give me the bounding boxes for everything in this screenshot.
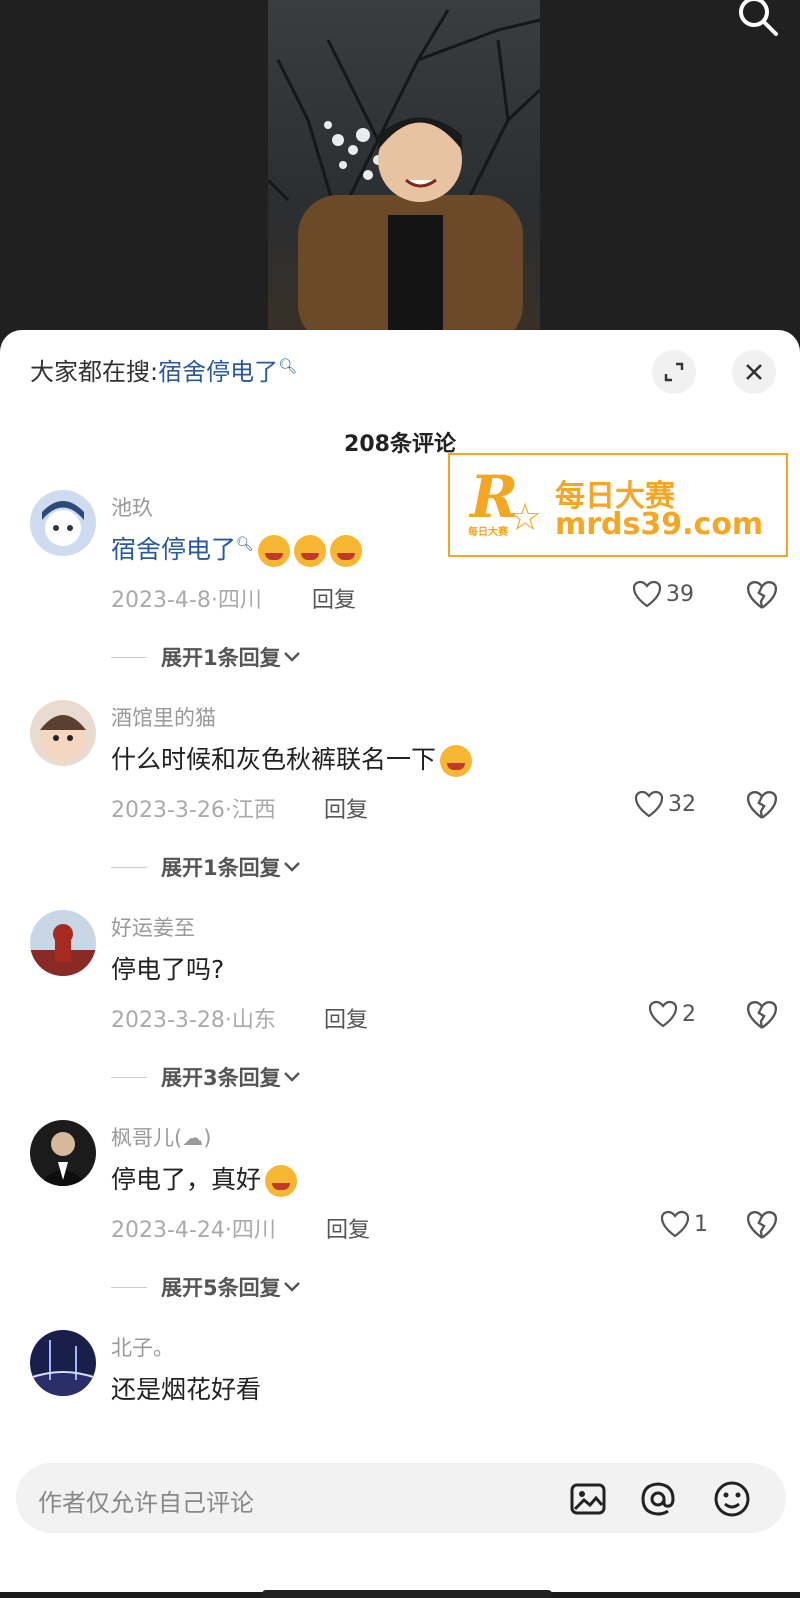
input-placeholder: 作者仅允许自己评论 [38, 1489, 254, 1517]
comment-text: 什么时候和灰色秋裤联名一下 [111, 740, 473, 777]
hot-search-label: 大家都在搜: [30, 358, 159, 386]
divider [111, 1286, 147, 1288]
divider [111, 656, 147, 658]
close-icon [746, 364, 762, 380]
dislike-button[interactable] [746, 580, 778, 610]
like-button[interactable]: 32 [634, 790, 696, 818]
expand-label: 展开1条回复 [161, 646, 281, 670]
like-button[interactable]: 1 [660, 1210, 708, 1238]
mention-icon[interactable] [638, 1479, 678, 1519]
comment-keyword[interactable]: 宿舍停电了 [111, 535, 236, 564]
comment-sheet: 大家都在搜:宿舍停电了🔍︎ 208条评论 R ☆ 每日大赛 每日大赛 mrds3… [0, 330, 800, 1592]
heart-icon [660, 1210, 690, 1238]
broken-heart-icon [746, 1211, 778, 1239]
username[interactable]: 好运姜至 [111, 912, 195, 942]
comment-text: 停电了吗? [111, 950, 224, 986]
avatar[interactable] [30, 490, 96, 556]
username[interactable]: 枫哥儿(☁) [111, 1122, 211, 1152]
comment-item: 池玖 宿舍停电了🔍︎ 2023-4-8·四川 回复 39 展开1条回复 [0, 490, 800, 700]
reply-button[interactable]: 回复 [326, 1212, 370, 1244]
hot-search[interactable]: 大家都在搜:宿舍停电了🔍︎ [30, 352, 297, 387]
emoji-icon [293, 535, 326, 567]
video-area[interactable] [0, 0, 800, 345]
emoji-icon [329, 535, 362, 567]
emoji-icon [257, 535, 290, 567]
avatar[interactable] [30, 700, 96, 766]
expand-icon [664, 362, 684, 382]
comment-item: 好运姜至 停电了吗? 2023-3-28·山东 回复 2 展开3条回复 [0, 910, 800, 1120]
comment-meta: 2023-3-26·江西 [111, 798, 276, 823]
comment-text: 宿舍停电了🔍︎ [111, 530, 362, 567]
heart-icon [632, 580, 662, 608]
search-mini-icon: 🔍︎ [236, 536, 254, 553]
expand-replies[interactable]: 展开1条回复 [111, 852, 303, 882]
close-button[interactable] [732, 350, 776, 394]
broken-heart-icon [746, 581, 778, 609]
reply-button[interactable]: 回复 [324, 1002, 368, 1034]
comment-item: 枫哥儿(☁) 停电了，真好 2023-4-24·四川 回复 1 展开5条回复 [0, 1120, 800, 1330]
broken-heart-icon [746, 791, 778, 819]
search-icon[interactable] [736, 0, 780, 38]
avatar[interactable] [30, 1120, 96, 1186]
username[interactable]: 北子。 [111, 1332, 174, 1362]
comment-meta: 2023-4-24·四川 [111, 1218, 276, 1243]
reply-button[interactable]: 回复 [324, 792, 368, 824]
expand-replies[interactable]: 展开3条回复 [111, 1062, 303, 1092]
comment-text: 还是烟花好看 [111, 1370, 261, 1406]
expand-label: 展开1条回复 [161, 856, 281, 880]
expand-replies[interactable]: 展开5条回复 [111, 1272, 303, 1302]
emoji-icon [265, 1165, 298, 1197]
chevron-down-icon [283, 862, 300, 872]
comment-input[interactable]: 作者仅允许自己评论 [16, 1463, 786, 1533]
video-frame [268, 0, 540, 345]
search-mini-icon: 🔍︎ [278, 357, 298, 375]
chevron-down-icon [283, 1282, 300, 1292]
emoji-icon [440, 745, 473, 777]
hot-search-keyword[interactable]: 宿舍停电了 [158, 358, 278, 386]
dislike-button[interactable] [746, 790, 778, 820]
dislike-button[interactable] [746, 1210, 778, 1240]
chevron-down-icon [283, 652, 300, 662]
comment-item: 酒馆里的猫 什么时候和灰色秋裤联名一下 2023-3-26·江西 回复 32 展… [0, 700, 800, 910]
dislike-button[interactable] [746, 1000, 778, 1030]
home-indicator [262, 1590, 552, 1598]
divider [111, 866, 147, 868]
like-button[interactable]: 2 [648, 1000, 696, 1028]
like-button[interactable]: 39 [632, 580, 694, 608]
comment-body: 停电了，真好 [111, 1165, 262, 1194]
comment-meta: 2023-3-28·山东 [111, 1008, 276, 1033]
like-count: 1 [694, 1211, 708, 1237]
avatar[interactable] [30, 1330, 96, 1396]
reply-button[interactable]: 回复 [312, 582, 356, 614]
comment-item: 北子。 还是烟花好看 [0, 1330, 800, 1430]
comment-body: 还是烟花好看 [111, 1375, 262, 1404]
chevron-down-icon [283, 1072, 300, 1082]
comment-input-area: 作者仅允许自己评论 [0, 1445, 800, 1598]
expand-replies[interactable]: 展开1条回复 [111, 642, 303, 672]
comment-text: 停电了，真好 [111, 1160, 298, 1197]
comment-body: 什么时候和灰色秋裤联名一下 [111, 745, 437, 774]
comment-meta: 2023-4-8·四川 [111, 588, 262, 613]
heart-icon [648, 1000, 678, 1028]
emoji-picker-icon[interactable] [712, 1479, 752, 1519]
like-count: 39 [666, 581, 694, 607]
like-count: 32 [668, 791, 696, 817]
avatar[interactable] [30, 910, 96, 976]
expand-label: 展开3条回复 [161, 1066, 281, 1090]
username[interactable]: 酒馆里的猫 [111, 702, 216, 732]
username[interactable]: 池玖 [111, 492, 153, 522]
heart-icon [634, 790, 664, 818]
broken-heart-icon [746, 1001, 778, 1029]
like-count: 2 [682, 1001, 696, 1027]
comment-body: 停电了吗? [111, 955, 225, 984]
divider [111, 1076, 147, 1078]
image-icon[interactable] [568, 1479, 608, 1519]
expand-label: 展开5条回复 [161, 1276, 281, 1300]
expand-sheet-button[interactable] [652, 350, 696, 394]
